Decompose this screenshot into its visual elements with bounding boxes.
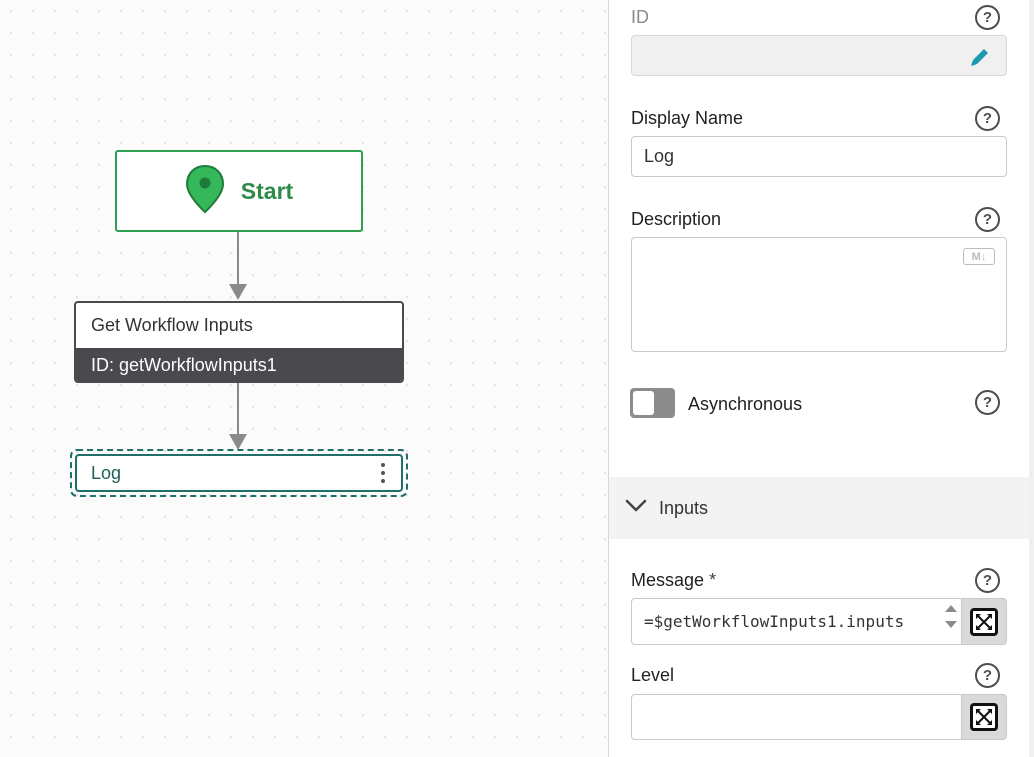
get-workflow-inputs-id: ID: getWorkflowInputs1 [76, 348, 402, 381]
stepper-down-icon[interactable] [945, 621, 957, 628]
message-value: =$getWorkflowInputs1.inputs [644, 612, 905, 631]
message-label-text: Message [631, 570, 705, 590]
expand-arrows-icon [970, 703, 998, 731]
connector-get-to-log [237, 383, 239, 437]
level-label: Level [631, 665, 675, 685]
panel-scrollbar[interactable] [1029, 0, 1034, 757]
level-expression-button[interactable] [962, 694, 1007, 740]
arrowhead-get [229, 284, 247, 300]
log-node-label: Log [91, 462, 122, 483]
arrowhead-log [229, 434, 247, 450]
description-help-icon[interactable]: ? [975, 207, 1000, 232]
get-workflow-inputs-title: Get Workflow Inputs [91, 315, 253, 335]
map-pin-icon [185, 164, 225, 219]
asynchronous-label: Asynchronous [688, 394, 803, 414]
description-field[interactable]: M↓ [631, 237, 1007, 352]
asynchronous-help-icon[interactable]: ? [975, 390, 1000, 415]
asynchronous-toggle[interactable] [630, 388, 675, 418]
message-expression-button[interactable] [962, 598, 1007, 645]
level-help-icon[interactable]: ? [975, 663, 1000, 688]
toggle-knob [633, 391, 654, 415]
log-node[interactable]: Log [75, 454, 403, 492]
workflow-canvas[interactable]: Start Get Workflow Inputs ID: getWorkflo… [0, 0, 608, 757]
get-workflow-inputs-node[interactable]: Get Workflow Inputs ID: getWorkflowInput… [74, 301, 404, 383]
id-label: ID [631, 7, 649, 27]
inputs-section-label: Inputs [659, 497, 709, 518]
description-label: Description [631, 209, 722, 229]
id-field[interactable] [631, 35, 1007, 76]
level-field[interactable] [631, 694, 962, 740]
inputs-section-header[interactable]: Inputs [609, 477, 1029, 539]
message-label: Message * [631, 570, 716, 591]
start-node-label: Start [240, 177, 294, 204]
chevron-down-icon [625, 499, 647, 518]
display-name-label: Display Name [631, 108, 744, 128]
start-node[interactable]: Start [115, 150, 363, 232]
pencil-icon[interactable] [968, 45, 992, 74]
stepper-up-icon[interactable] [945, 605, 957, 612]
kebab-menu-icon[interactable] [377, 461, 389, 485]
message-stepper[interactable] [945, 605, 957, 628]
display-name-field[interactable]: Log [631, 136, 1007, 177]
message-field[interactable]: =$getWorkflowInputs1.inputs [631, 598, 962, 645]
message-help-icon[interactable]: ? [975, 568, 1000, 593]
id-help-icon[interactable]: ? [975, 5, 1000, 30]
display-name-help-icon[interactable]: ? [975, 106, 1000, 131]
required-asterisk: * [709, 570, 717, 590]
connector-start-to-get [237, 232, 239, 287]
display-name-value: Log [644, 146, 675, 166]
expand-arrows-icon [970, 607, 998, 636]
markdown-icon: M↓ [963, 248, 995, 265]
